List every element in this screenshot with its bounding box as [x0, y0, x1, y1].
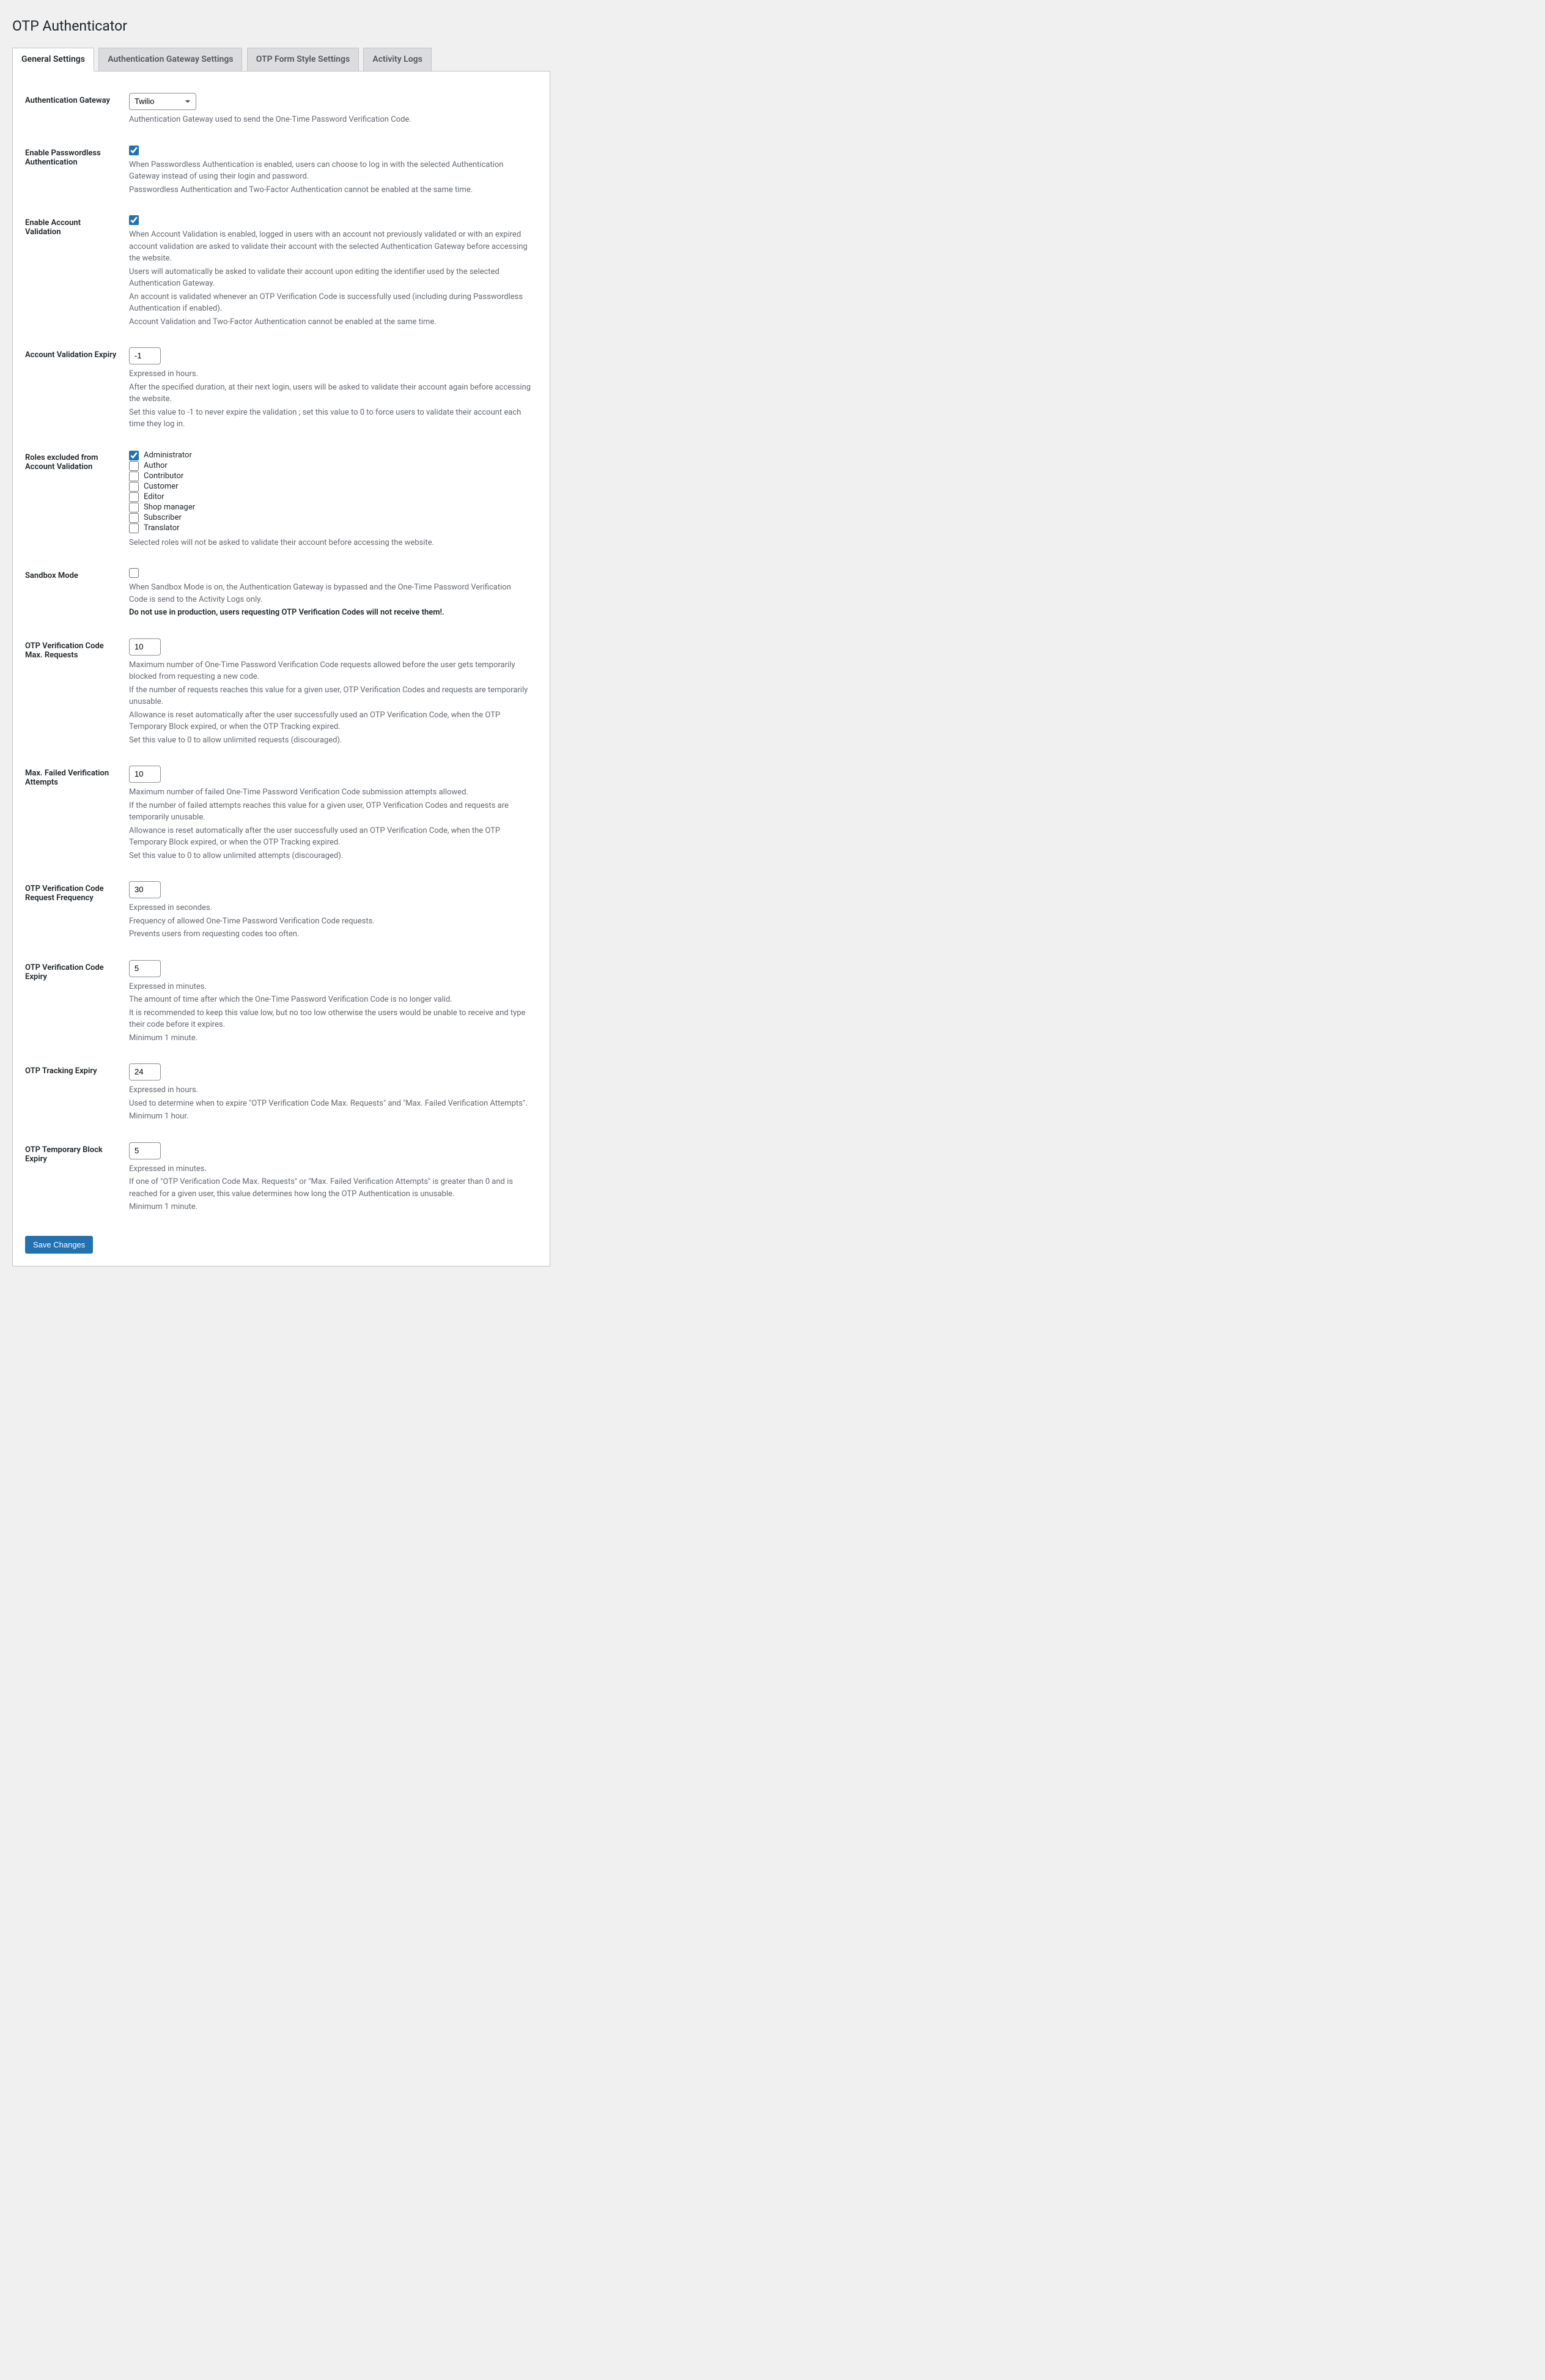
code-expiry-input[interactable]: [129, 960, 161, 977]
role-label: Shop manager: [144, 503, 195, 512]
gateway-desc: Authentication Gateway used to send the …: [129, 114, 531, 126]
tracking-expiry-label: OTP Tracking Expiry: [25, 1054, 123, 1133]
max-failed-desc2: If the number of failed attempts reaches…: [129, 800, 531, 824]
tab-general[interactable]: General Settings: [12, 48, 94, 72]
tab-form-style[interactable]: OTP Form Style Settings: [247, 48, 359, 71]
max-requests-desc2: If the number of requests reaches this v…: [129, 684, 531, 708]
code-expiry-label: OTP Verification Code Expiry: [25, 951, 123, 1055]
role-checkbox-editor[interactable]: [129, 492, 139, 502]
role-item: Editor: [129, 492, 531, 502]
roles-label: Roles excluded from Account Validation: [25, 441, 123, 560]
tab-gateway[interactable]: Authentication Gateway Settings: [98, 48, 242, 71]
role-item: Author: [129, 461, 531, 471]
sandbox-label: Sandbox Mode: [25, 559, 123, 629]
max-failed-label: Max. Failed Verification Attempts: [25, 756, 123, 872]
tabs-wrapper: General Settings Authentication Gateway …: [12, 48, 550, 72]
max-requests-label: OTP Verification Code Max. Requests: [25, 629, 123, 757]
validation-checkbox[interactable]: [129, 215, 139, 225]
validation-expiry-desc3: Set this value to -1 to never expire the…: [129, 407, 531, 431]
sandbox-desc2: Do not use in production, users requesti…: [129, 608, 444, 617]
block-expiry-desc1: Expressed in minutes.: [129, 1163, 531, 1175]
tracking-expiry-desc1: Expressed in hours.: [129, 1084, 531, 1096]
sandbox-desc1: When Sandbox Mode is on, the Authenticat…: [129, 582, 531, 605]
max-failed-desc1: Maximum number of failed One-Time Passwo…: [129, 786, 531, 799]
tracking-expiry-desc3: Minimum 1 hour.: [129, 1111, 531, 1123]
validation-label: Enable Account Validation: [25, 206, 123, 338]
role-label: Editor: [144, 492, 164, 501]
validation-desc4: Account Validation and Two-Factor Authen…: [129, 316, 531, 328]
request-freq-desc1: Expressed in secondes.: [129, 902, 531, 914]
role-checkbox-administrator[interactable]: [129, 451, 139, 460]
role-checkbox-subscriber[interactable]: [129, 513, 139, 523]
role-label: Subscriber: [144, 513, 182, 522]
validation-expiry-desc1: Expressed in hours.: [129, 368, 531, 380]
passwordless-checkbox[interactable]: [129, 146, 139, 155]
role-label: Administrator: [144, 451, 192, 460]
passwordless-desc2: Passwordless Authentication and Two-Fact…: [129, 184, 531, 196]
gateway-label: Authentication Gateway: [25, 84, 123, 136]
page-title: OTP Authenticator: [12, 12, 550, 37]
request-freq-input[interactable]: [129, 881, 161, 898]
max-requests-desc4: Set this value to 0 to allow unlimited r…: [129, 734, 531, 747]
role-item: Translator: [129, 523, 531, 533]
role-checkbox-contributor[interactable]: [129, 471, 139, 481]
max-failed-input[interactable]: [129, 766, 161, 783]
block-expiry-desc2: If one of "OTP Verification Code Max. Re…: [129, 1176, 531, 1200]
role-checkbox-shop-manager[interactable]: [129, 503, 139, 512]
max-failed-desc3: Allowance is reset automatically after t…: [129, 825, 531, 849]
gateway-select[interactable]: Twilio: [129, 93, 196, 110]
validation-desc2: Users will automatically be asked to val…: [129, 266, 531, 290]
role-checkbox-customer[interactable]: [129, 482, 139, 492]
sandbox-checkbox[interactable]: [129, 568, 139, 578]
role-checkbox-author[interactable]: [129, 461, 139, 471]
max-requests-desc1: Maximum number of One-Time Password Veri…: [129, 659, 531, 683]
max-failed-desc4: Set this value to 0 to allow unlimited a…: [129, 850, 531, 862]
max-requests-desc3: Allowance is reset automatically after t…: [129, 709, 531, 733]
code-expiry-desc1: Expressed in minutes.: [129, 981, 531, 993]
code-expiry-desc4: Minimum 1 minute.: [129, 1032, 531, 1044]
role-label: Contributor: [144, 471, 183, 481]
request-freq-desc3: Prevents users from requesting codes too…: [129, 928, 531, 941]
max-requests-input[interactable]: [129, 638, 161, 656]
tab-content: Authentication Gateway Twilio Authentica…: [12, 72, 550, 1266]
passwordless-label: Enable Passwordless Authentication: [25, 136, 123, 207]
role-label: Author: [144, 461, 168, 470]
role-checkbox-translator[interactable]: [129, 523, 139, 533]
role-item: Shop manager: [129, 503, 531, 512]
code-expiry-desc3: It is recommended to keep this value low…: [129, 1007, 531, 1031]
validation-desc1: When Account Validation is enabled, logg…: [129, 229, 531, 265]
validation-desc3: An account is validated whenever an OTP …: [129, 291, 531, 315]
block-expiry-desc3: Minimum 1 minute.: [129, 1201, 531, 1213]
code-expiry-desc2: The amount of time after which the One-T…: [129, 994, 531, 1006]
tracking-expiry-desc2: Used to determine when to expire "OTP Ve…: [129, 1098, 531, 1110]
validation-expiry-label: Account Validation Expiry: [25, 338, 123, 441]
role-item: Contributor: [129, 471, 531, 481]
tracking-expiry-input[interactable]: [129, 1063, 161, 1081]
tab-activity-logs[interactable]: Activity Logs: [363, 48, 431, 71]
role-label: Translator: [144, 523, 180, 533]
block-expiry-label: OTP Temporary Block Expiry: [25, 1133, 123, 1224]
role-label: Customer: [144, 482, 179, 491]
save-button[interactable]: Save Changes: [25, 1236, 93, 1254]
request-freq-desc2: Frequency of allowed One-Time Password V…: [129, 915, 531, 928]
block-expiry-input[interactable]: [129, 1142, 161, 1159]
validation-expiry-desc2: After the specified duration, at their n…: [129, 382, 531, 405]
request-freq-label: OTP Verification Code Request Frequency: [25, 872, 123, 951]
role-item: Subscriber: [129, 513, 531, 523]
passwordless-desc1: When Passwordless Authentication is enab…: [129, 159, 531, 183]
roles-desc: Selected roles will not be asked to vali…: [129, 537, 531, 549]
role-item: Administrator: [129, 451, 531, 460]
validation-expiry-input[interactable]: [129, 347, 161, 364]
role-item: Customer: [129, 482, 531, 492]
